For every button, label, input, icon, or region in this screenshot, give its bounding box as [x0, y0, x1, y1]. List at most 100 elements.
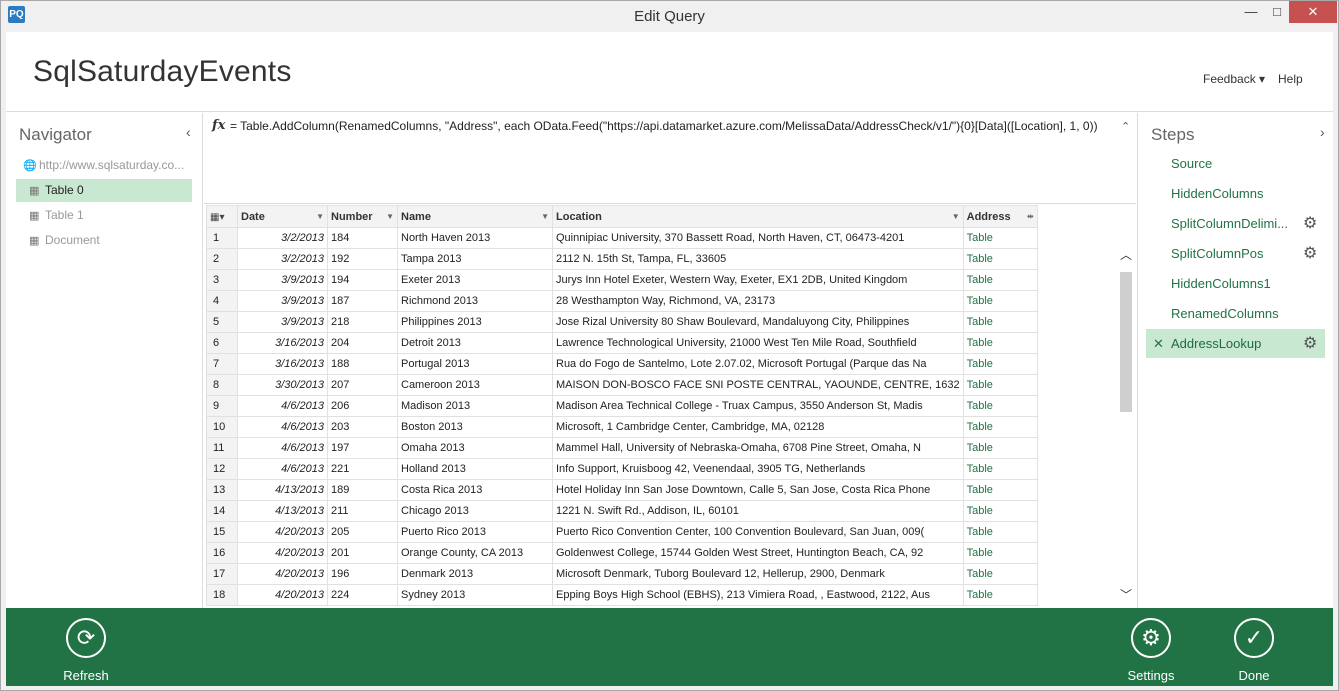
cell-name[interactable]: Cameroon 2013 — [397, 374, 553, 396]
cell-address-table-link[interactable]: Table — [962, 437, 1038, 459]
cell-address-table-link[interactable]: Table — [962, 269, 1038, 291]
cell-location[interactable]: Microsoft, 1 Cambridge Center, Cambridge… — [552, 416, 964, 438]
cell-name[interactable]: Chicago 2013 — [397, 500, 553, 522]
cell-location[interactable]: Rua do Fogo de Santelmo, Lote 2.07.02, M… — [552, 353, 964, 375]
table-row[interactable]: 6 3/16/2013 204 Detroit 2013 Lawrence Techno… — [206, 332, 1038, 354]
table-row[interactable]: 13 4/13/2013 189 Costa Rica 2013 Hotel Holid… — [206, 479, 1038, 501]
cell-name[interactable]: Sydney 2013 — [397, 584, 553, 606]
gear-icon[interactable]: ⚙ — [1303, 329, 1317, 358]
table-row[interactable]: 5 3/9/2013 218 Philippines 2013 Jose Rizal U… — [206, 311, 1038, 333]
cell-date[interactable]: 4/13/2013 — [237, 500, 328, 522]
table-row[interactable]: 16 4/20/2013 201 Orange County, CA 2013 Gold… — [206, 542, 1038, 564]
cell-date[interactable]: 3/30/2013 — [237, 374, 328, 396]
cell-date[interactable]: 4/6/2013 — [237, 395, 328, 417]
scroll-up-arrow-icon[interactable]: ︿ — [1118, 247, 1134, 263]
row-number[interactable]: 5 — [206, 311, 238, 333]
cell-number[interactable]: 203 — [327, 416, 398, 438]
navigator-item-table-0[interactable]: ▦ Table 0 — [16, 179, 192, 202]
dropdown-arrow-icon[interactable]: ▼ — [316, 212, 324, 221]
step-item[interactable]: Source — [1146, 149, 1325, 178]
row-number[interactable]: 1 — [206, 227, 238, 249]
settings-button[interactable]: ⚙ Settings — [1106, 618, 1196, 683]
table-row[interactable]: 9 4/6/2013 206 Madison 2013 Madison Area Tec… — [206, 395, 1038, 417]
row-number[interactable]: 14 — [206, 500, 238, 522]
cell-address-table-link[interactable]: Table — [962, 227, 1038, 249]
cell-location[interactable]: Epping Boys High School (EBHS), 213 Vimi… — [552, 584, 964, 606]
cell-address-table-link[interactable]: Table — [962, 416, 1038, 438]
row-number[interactable]: 12 — [206, 458, 238, 480]
cell-name[interactable]: Boston 2013 — [397, 416, 553, 438]
steps-collapse-button[interactable]: › — [1320, 124, 1325, 140]
cell-date[interactable]: 4/6/2013 — [237, 437, 328, 459]
column-header-location[interactable]: Location ▼ — [552, 205, 964, 228]
dropdown-arrow-icon[interactable]: ▼ — [541, 212, 549, 221]
cell-number[interactable]: 187 — [327, 290, 398, 312]
cell-address-table-link[interactable]: Table — [962, 521, 1038, 543]
cell-date[interactable]: 3/16/2013 — [237, 332, 328, 354]
cell-location[interactable]: Lawrence Technological University, 21000… — [552, 332, 964, 354]
cell-address-table-link[interactable]: Table — [962, 563, 1038, 585]
dropdown-arrow-icon[interactable]: ▼ — [386, 212, 394, 221]
row-number[interactable]: 18 — [206, 584, 238, 606]
cell-location[interactable]: MAISON DON-BOSCO FACE SNI POSTE CENTRAL,… — [552, 374, 964, 396]
step-item[interactable]: SplitColumnPos ⚙ — [1146, 239, 1325, 268]
table-row[interactable]: 8 3/30/2013 207 Cameroon 2013 MAISON DON-BOS… — [206, 374, 1038, 396]
cell-name[interactable]: Puerto Rico 2013 — [397, 521, 553, 543]
cell-date[interactable]: 3/9/2013 — [237, 311, 328, 333]
row-number[interactable]: 10 — [206, 416, 238, 438]
column-header-address[interactable]: Address ⇹ — [962, 205, 1038, 228]
cell-location[interactable]: Microsoft Denmark, Tuborg Boulevard 12, … — [552, 563, 964, 585]
table-corner-menu[interactable]: ▦▾ — [206, 205, 238, 228]
help-link[interactable]: Help — [1278, 72, 1303, 86]
cell-location[interactable]: Quinnipiac University, 370 Bassett Road,… — [552, 227, 964, 249]
cell-name[interactable]: Denmark 2013 — [397, 563, 553, 585]
cell-name[interactable]: Tampa 2013 — [397, 248, 553, 270]
navigator-item-document[interactable]: ▦ Document — [16, 229, 192, 252]
cell-address-table-link[interactable]: Table — [962, 353, 1038, 375]
gear-icon[interactable]: ⚙ — [1303, 239, 1317, 268]
table-row[interactable]: 11 4/6/2013 197 Omaha 2013 Mammel Hall, Univ… — [206, 437, 1038, 459]
cell-number[interactable]: 204 — [327, 332, 398, 354]
cell-number[interactable]: 192 — [327, 248, 398, 270]
step-item[interactable]: HiddenColumns — [1146, 179, 1325, 208]
cell-name[interactable]: Omaha 2013 — [397, 437, 553, 459]
cell-name[interactable]: Exeter 2013 — [397, 269, 553, 291]
cell-location[interactable]: Madison Area Technical College - Truax C… — [552, 395, 964, 417]
table-row[interactable]: 18 4/20/2013 224 Sydney 2013 Epping Boys Hig… — [206, 584, 1038, 606]
cell-address-table-link[interactable]: Table — [962, 395, 1038, 417]
cell-location[interactable]: Goldenwest College, 15744 Golden West St… — [552, 542, 964, 564]
cell-number[interactable]: 184 — [327, 227, 398, 249]
cell-name[interactable]: Costa Rica 2013 — [397, 479, 553, 501]
scrollbar-thumb[interactable] — [1120, 272, 1132, 412]
gear-icon[interactable]: ⚙ — [1303, 209, 1317, 238]
step-item[interactable]: HiddenColumns1 — [1146, 269, 1325, 298]
cell-location[interactable]: 2112 N. 15th St, Tampa, FL, 33605 — [552, 248, 964, 270]
formula-collapse-button[interactable]: ⌃ — [1121, 120, 1130, 133]
step-item[interactable]: SplitColumnDelimi... ⚙ — [1146, 209, 1325, 238]
cell-number[interactable]: 211 — [327, 500, 398, 522]
cell-address-table-link[interactable]: Table — [962, 542, 1038, 564]
cell-date[interactable]: 4/6/2013 — [237, 416, 328, 438]
row-number[interactable]: 13 — [206, 479, 238, 501]
cell-date[interactable]: 3/2/2013 — [237, 248, 328, 270]
cell-location[interactable]: 28 Westhampton Way, Richmond, VA, 23173 — [552, 290, 964, 312]
table-row[interactable]: 2 3/2/2013 192 Tampa 2013 2112 N. 15th St, T… — [206, 248, 1038, 270]
cell-location[interactable]: Jurys Inn Hotel Exeter, Western Way, Exe… — [552, 269, 964, 291]
column-header-date[interactable]: Date ▼ — [237, 205, 328, 228]
cell-location[interactable]: Puerto Rico Convention Center, 100 Conve… — [552, 521, 964, 543]
cell-location[interactable]: Hotel Holiday Inn San Jose Downtown, Cal… — [552, 479, 964, 501]
table-row[interactable]: 17 4/20/2013 196 Denmark 2013 Microsoft Denm… — [206, 563, 1038, 585]
cell-name[interactable]: Detroit 2013 — [397, 332, 553, 354]
cell-number[interactable]: 194 — [327, 269, 398, 291]
cell-address-table-link[interactable]: Table — [962, 584, 1038, 606]
done-button[interactable]: ✓ Done — [1209, 618, 1299, 683]
cell-name[interactable]: North Haven 2013 — [397, 227, 553, 249]
navigator-item-table-1[interactable]: ▦ Table 1 — [16, 204, 192, 227]
row-number[interactable]: 4 — [206, 290, 238, 312]
row-number[interactable]: 17 — [206, 563, 238, 585]
row-number[interactable]: 2 — [206, 248, 238, 270]
cell-date[interactable]: 4/20/2013 — [237, 542, 328, 564]
cell-address-table-link[interactable]: Table — [962, 311, 1038, 333]
column-header-number[interactable]: Number ▼ — [327, 205, 398, 228]
row-number[interactable]: 8 — [206, 374, 238, 396]
